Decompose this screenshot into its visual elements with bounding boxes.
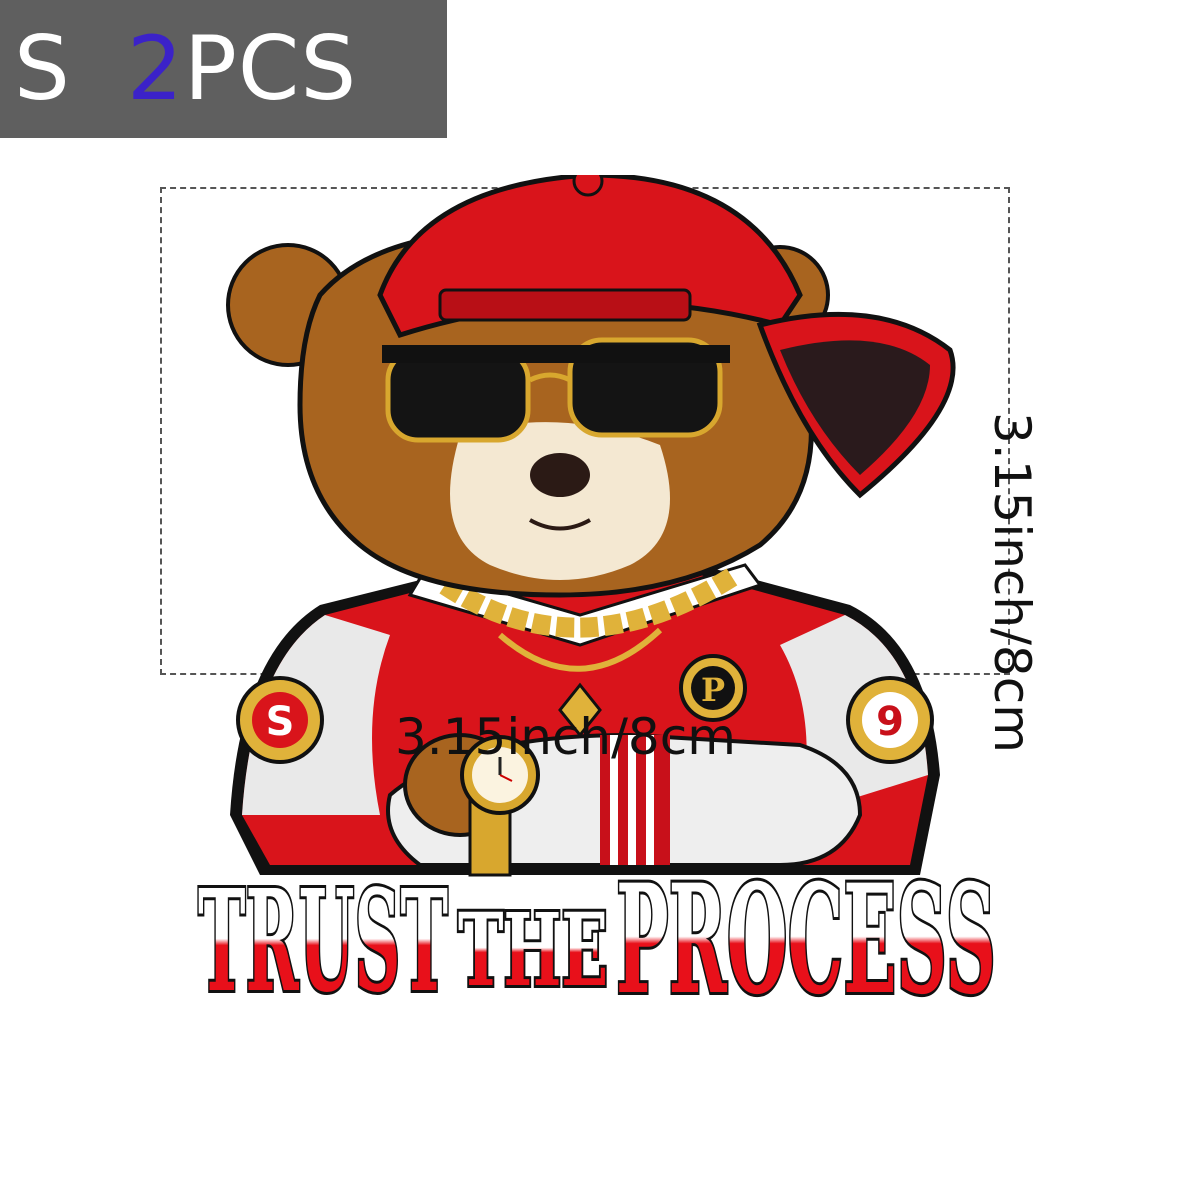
slogan-word-trust: TRUST [198, 860, 448, 1024]
width-dimension-label: 3.15inch/8cm [395, 708, 736, 766]
slogan-text: TRUST THE PROCESS [195, 849, 999, 1030]
bear-muzzle [450, 422, 670, 580]
left-patch-letter: S [266, 699, 295, 745]
bear-nose [530, 453, 590, 497]
slogan-word-process: PROCESS [616, 852, 996, 1028]
chest-patch-letter: P [701, 671, 725, 709]
right-patch-number: 9 [876, 699, 904, 745]
right-sleeve-patch: 9 [846, 676, 934, 764]
quantity-count: 2 [126, 17, 184, 120]
quantity-unit: PCS [183, 17, 358, 120]
size-label: S [14, 17, 71, 120]
left-sleeve-patch: S [236, 676, 324, 764]
height-dimension-label: 3.15inch/8cm [983, 412, 1041, 753]
size-quantity-badge: S 2 PCS [0, 0, 447, 138]
slogan-word-the: THE [458, 891, 608, 1009]
